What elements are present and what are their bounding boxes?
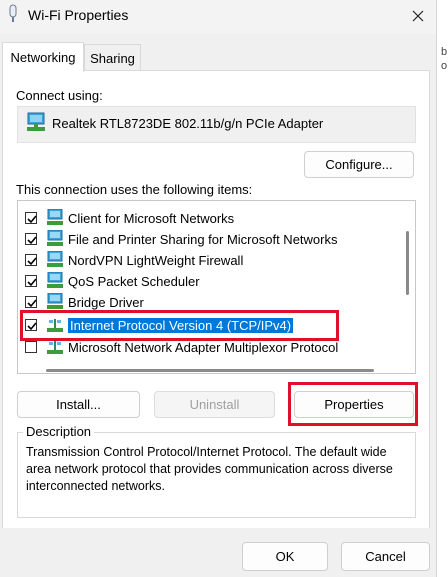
tab-networking[interactable]: Networking <box>2 42 84 72</box>
checkbox-checked[interactable] <box>25 254 37 266</box>
connect-using-label: Connect using: <box>16 88 103 103</box>
checkbox-checked[interactable] <box>25 233 37 245</box>
items-label: This connection uses the following items… <box>16 182 253 197</box>
network-service-icon <box>46 250 64 268</box>
cancel-button[interactable]: Cancel <box>341 542 430 571</box>
list-item[interactable]: Client for Microsoft Networks <box>18 208 398 229</box>
window-title: Wi-Fi Properties <box>28 7 129 23</box>
list-item-label: Bridge Driver <box>68 295 144 310</box>
list-item-label: Client for Microsoft Networks <box>68 211 235 226</box>
checkbox-unchecked[interactable] <box>25 341 37 353</box>
description-text: Transmission Control Protocol/Internet P… <box>26 445 393 493</box>
annotation-highlight-ipv4 <box>20 310 339 341</box>
items-list[interactable]: Client for Microsoft Networks File and P… <box>17 200 416 374</box>
background-text: o <box>441 60 448 72</box>
list-item-label: File and Printer Sharing for Microsoft N… <box>68 232 338 247</box>
tab-sharing[interactable]: Sharing <box>84 44 141 71</box>
background-window-strip: b o <box>436 0 448 577</box>
list-item-label: QoS Packet Scheduler <box>68 274 200 289</box>
uninstall-button: Uninstall <box>154 391 275 418</box>
install-button[interactable]: Install... <box>17 391 140 418</box>
list-item-label: Microsoft Network Adapter Multiplexor Pr… <box>68 340 339 355</box>
close-icon <box>412 10 424 22</box>
close-button[interactable] <box>400 0 436 32</box>
network-protocol-icon <box>46 339 64 356</box>
vertical-scrollbar-thumb[interactable] <box>406 231 409 295</box>
list-item[interactable]: NordVPN LightWeight Firewall <box>18 250 398 271</box>
checkbox-checked[interactable] <box>25 296 37 308</box>
list-item-label: NordVPN LightWeight Firewall <box>68 253 244 268</box>
network-client-icon <box>46 208 64 226</box>
description-label: Description <box>23 424 95 439</box>
network-service-icon <box>46 229 64 247</box>
network-adapter-icon <box>25 112 47 135</box>
network-service-icon <box>46 271 64 289</box>
horizontal-scrollbar-thumb[interactable] <box>46 369 374 372</box>
checkbox-checked[interactable] <box>25 275 37 287</box>
network-service-icon <box>46 292 64 310</box>
list-item[interactable]: File and Printer Sharing for Microsoft N… <box>18 229 398 250</box>
list-item[interactable]: QoS Packet Scheduler <box>18 271 398 292</box>
adapter-name: Realtek RTL8723DE 802.11b/g/n PCIe Adapt… <box>52 116 324 131</box>
wifi-adapter-icon <box>6 4 20 24</box>
annotation-highlight-properties <box>288 382 418 426</box>
ok-button[interactable]: OK <box>242 542 328 571</box>
configure-button[interactable]: Configure... <box>304 151 414 178</box>
background-text: b <box>441 46 448 58</box>
checkbox-checked[interactable] <box>25 212 37 224</box>
